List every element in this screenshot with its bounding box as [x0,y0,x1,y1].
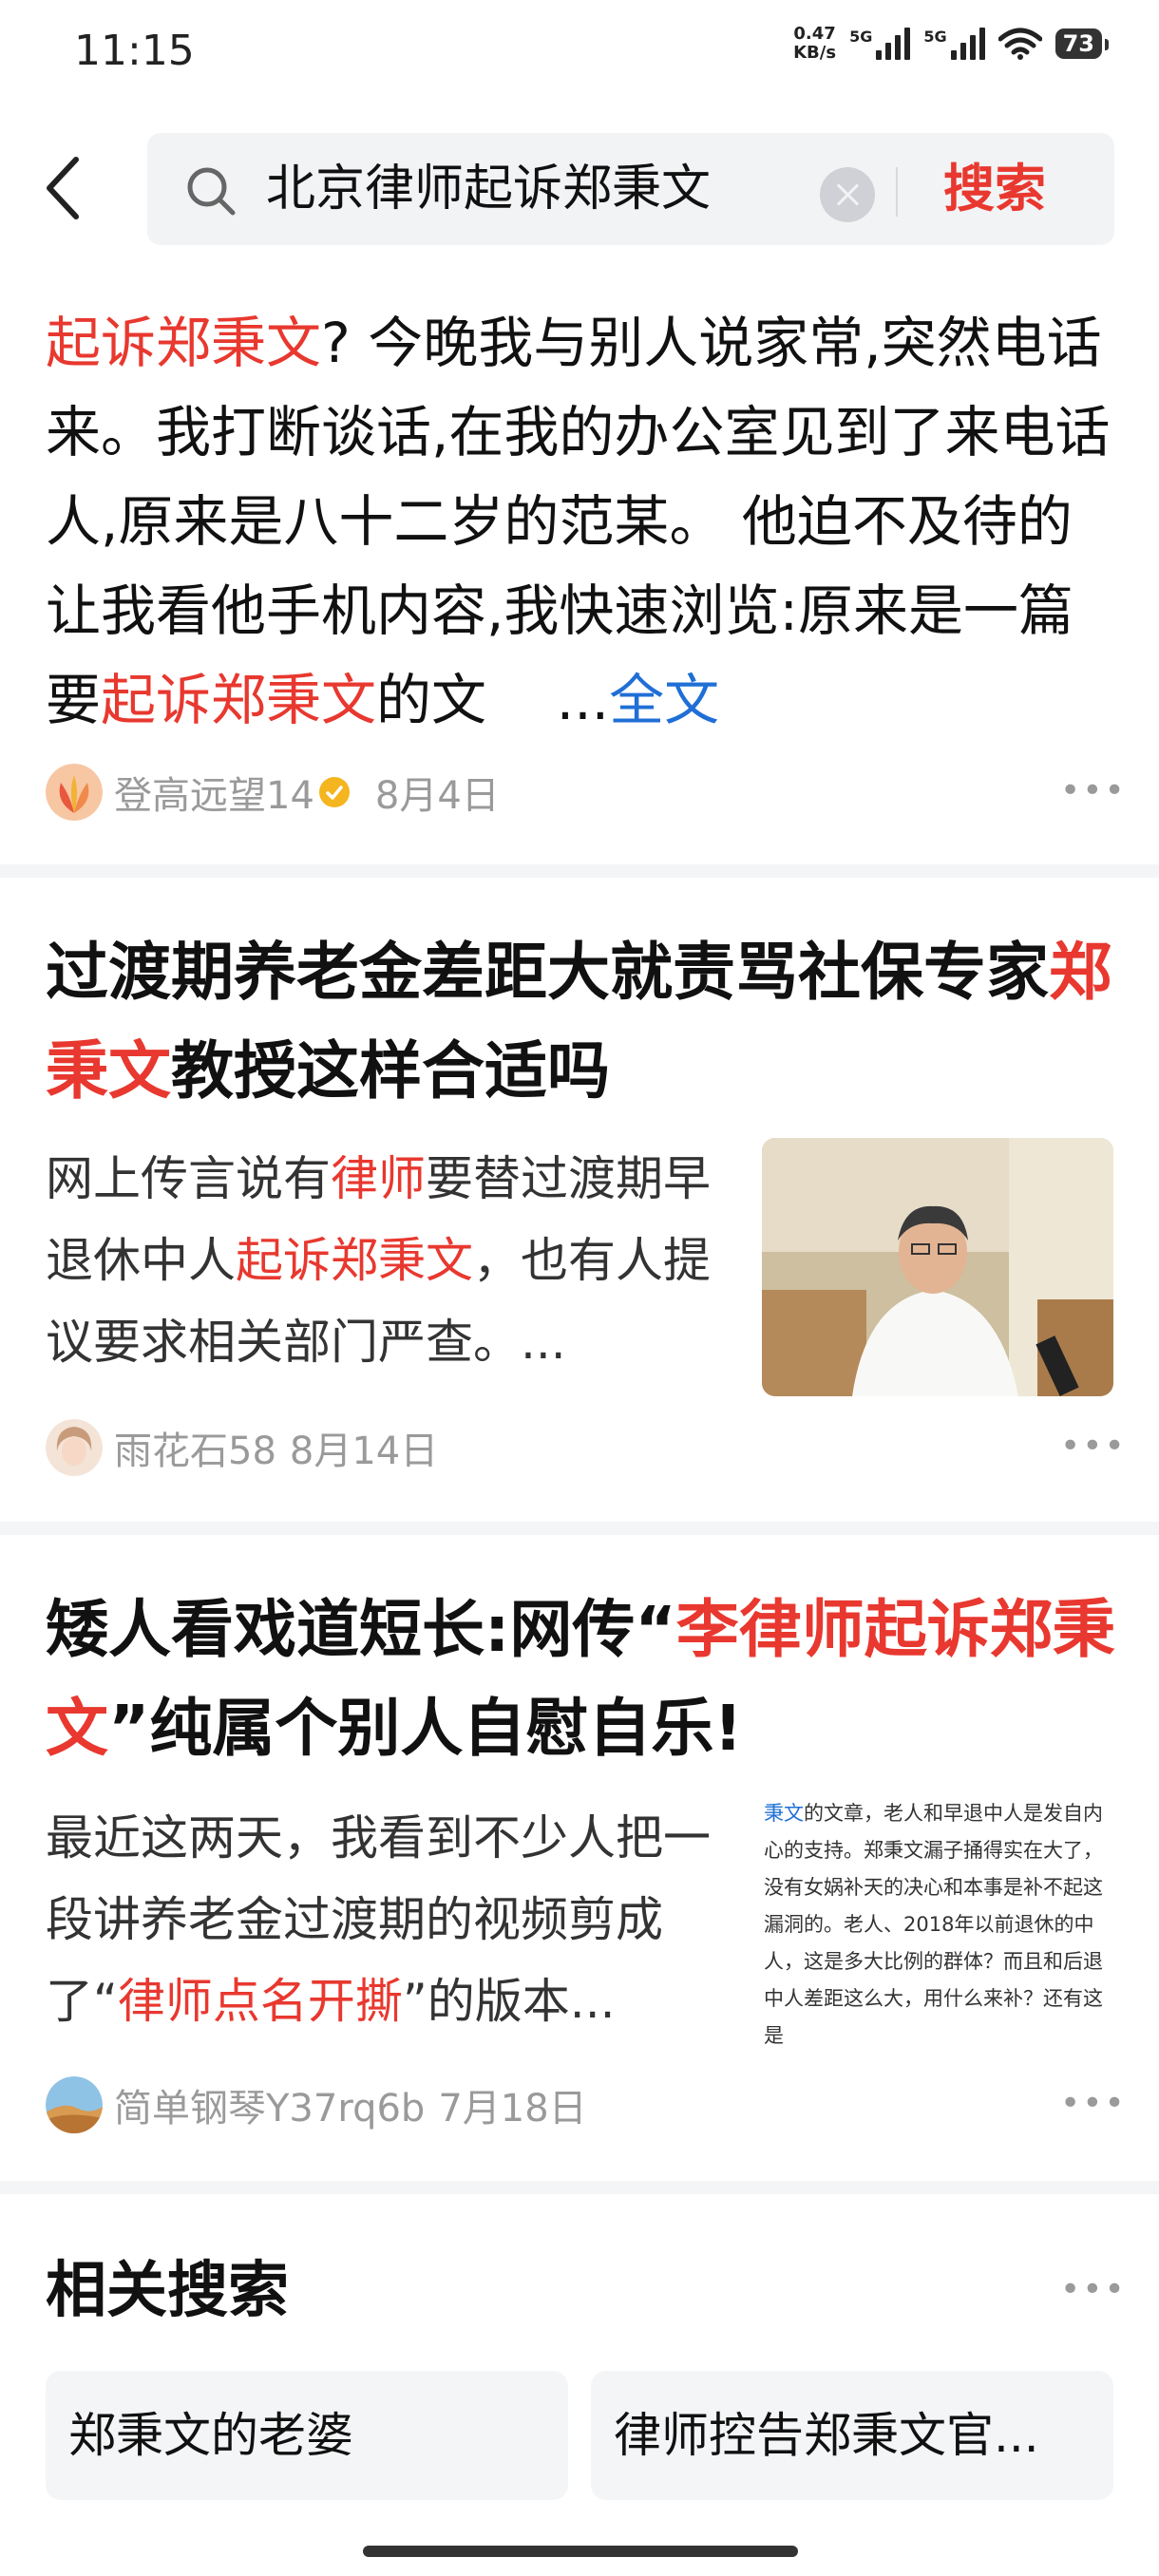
thumbnail-highlight: 秉文 [764,1802,804,1825]
thumbnail-text: 秉文的文章，老人和早退中人是发自内心的支持。郑秉文漏子捅得实在大了，没有女娲补天… [764,1795,1112,2054]
author-name[interactable]: 登高远望14 [114,765,314,820]
search-icon [187,167,236,216]
network-speed-unit: KB/s [793,43,837,63]
more-options-icon[interactable]: ••• [1060,2270,1127,2309]
status-time: 11:15 [74,27,195,75]
author-name[interactable]: 简单钢琴Y37rq6b [114,2077,425,2132]
title-text: 矮人看戏道短长:网传“ [46,1593,676,1666]
result-2-meta: 雨花石58 8月14日 [46,1419,438,1476]
related-search-item[interactable]: 律师控告郑秉文官... [591,2371,1113,2500]
avatar[interactable] [46,764,103,821]
title-text: 过渡期养老金差距大就责骂社保专家 [46,936,1049,1009]
network-speed: 0.47 KB/s [793,25,836,63]
sim2-signal: 5G [923,28,985,60]
more-options-icon[interactable]: ••• [1060,771,1127,810]
home-indicator[interactable] [363,2546,798,2557]
battery-icon: 73 [1054,28,1110,59]
avatar[interactable] [46,1419,103,1476]
snippet-text: ”的版本... [402,1974,616,2029]
result-3-meta: 简单钢琴Y37rq6b 7月18日 [46,2076,587,2133]
more-options-icon[interactable]: ••• [1060,1427,1127,1466]
section-divider [0,864,1159,878]
title-text: ”纯属个别人自慰自乐! [108,1692,743,1765]
result-2-snippet[interactable]: 网上传言说有律师要替过渡期早退休中人起诉郑秉文，也有人提议要求相关部门严查。..… [46,1138,730,1383]
result-2-title[interactable]: 过渡期养老金差距大就责骂社保专家郑秉文教授这样合适吗 [46,923,1119,1121]
divider [896,167,898,217]
ellipsis: ... [556,668,610,732]
post-date: 7月18日 [438,2087,587,2131]
result-3-title[interactable]: 矮人看戏道短长:网传“李律师起诉郑秉文”纯属个别人自慰自乐! [46,1581,1119,1778]
signal-icon [950,28,985,60]
status-bar: 11:15 0.47 KB/s 5G 5G 73 [0,0,1159,104]
sim1-signal: 5G [849,28,911,60]
title-text: 教授这样合适吗 [171,1034,610,1108]
sim2-type: 5G [923,28,947,46]
highlight: 起诉郑秉文 [236,1233,473,1288]
result-3-snippet[interactable]: 最近这两天，我看到不少人把一段讲养老金过渡期的视频剪成了“律师点名开撕”的版本.… [46,1797,730,2042]
post-date: 8月14日 [289,1430,439,1473]
back-arrow-icon[interactable] [38,150,95,226]
signal-icon [876,28,911,60]
related-searches-title: 相关搜索 [46,2256,289,2326]
highlight: 律师点名开撕 [117,1974,403,2029]
status-icons: 0.47 KB/s 5G 5G 73 [793,25,1110,63]
highlight: 律师 [331,1151,426,1206]
result-1-meta: 登高远望14 8月4日 [46,764,500,821]
search-input[interactable]: 北京律师起诉郑秉文 搜索 [147,133,1114,245]
result-3-thumbnail[interactable]: 秉文的文章，老人和早退中人是发自内心的支持。郑秉文漏子捅得实在大了，没有女娲补天… [762,1795,1113,2054]
clear-icon[interactable] [820,167,875,222]
related-search-item[interactable]: 郑秉文的老婆 [46,2371,568,2500]
author-name[interactable]: 雨花石58 [114,1420,276,1475]
thumbnail-body: 的文章，老人和早退中人是发自内心的支持。郑秉文漏子捅得实在大了，没有女娲补天的决… [764,1802,1103,2047]
search-button[interactable]: 搜索 [943,152,1046,226]
section-divider [0,2181,1159,2194]
result-2-thumbnail[interactable] [762,1138,1113,1396]
highlight: 起诉郑秉文 [101,668,377,732]
result-1-text[interactable]: 起诉郑秉文? 今晚我与别人说家常,突然电话来。我打断谈话,在我的办公室见到了来电… [46,298,1119,745]
more-options-icon[interactable]: ••• [1060,2084,1127,2123]
result-text: 的文 [376,668,487,732]
sim1-type: 5G [849,28,873,46]
search-header: 北京律师起诉郑秉文 搜索 [0,123,1159,256]
highlight: 起诉郑秉文 [46,311,322,375]
thumbnail-image [762,1138,1113,1396]
section-divider [0,1522,1159,1535]
full-text-link[interactable]: 全文 [609,668,719,732]
verified-badge-icon [318,777,350,807]
post-date: 8月4日 [374,774,500,818]
wifi-icon [998,28,1042,60]
avatar[interactable] [46,2076,103,2133]
snippet-text: 网上传言说有 [46,1151,331,1206]
network-speed-value: 0.47 [793,24,836,44]
